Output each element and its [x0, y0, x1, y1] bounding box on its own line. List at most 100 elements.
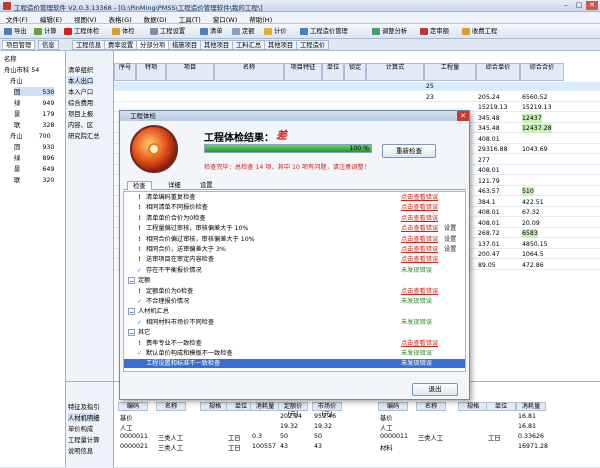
- check-item[interactable]: ✓ 工程设置和标准不一致检查 未发现错误: [124, 359, 465, 369]
- minimize-button[interactable]: –: [560, 1, 572, 10]
- col-header[interactable]: 项目: [166, 63, 214, 81]
- check-item[interactable]: ! 费率专业不一致检查 点击查看错误: [124, 339, 465, 348]
- detail-col-header[interactable]: 消耗量: [516, 402, 546, 411]
- col-header[interactable]: 锁定: [344, 63, 366, 81]
- tree-item[interactable]: 联 328: [14, 120, 54, 129]
- col-header[interactable]: 综合合价: [520, 63, 564, 81]
- dialog-close-button[interactable]: ✕: [457, 111, 469, 121]
- exit-button[interactable]: 退出: [412, 383, 458, 396]
- tree-item[interactable]: 固 930: [14, 142, 54, 151]
- col-header[interactable]: 单位: [322, 63, 344, 81]
- physical-button[interactable]: 体检: [112, 26, 135, 37]
- check-item[interactable]: ! 工程量偏过审核，审核偏差大于 10% 点击查看错误 设置: [124, 224, 465, 233]
- check-item[interactable]: ✓ 相同材料市场价不同检查 未发现错误: [124, 318, 465, 327]
- view-errors-link[interactable]: 点击查看错误: [401, 339, 438, 348]
- nav-item[interactable]: 内容、区: [68, 120, 93, 129]
- tree-item[interactable]: 绿 949: [14, 98, 54, 107]
- view-errors-link[interactable]: 点击查看错误: [401, 203, 438, 212]
- detail-col-header[interactable]: 名称: [416, 402, 446, 411]
- nav-item[interactable]: 本入户口: [68, 87, 93, 96]
- col-header[interactable]: 工程量: [424, 63, 476, 81]
- tree-item[interactable]: 舟山: [10, 76, 23, 85]
- check-item[interactable]: ! 相同合价偏过审核，审核偏差大于 10% 点击查看错误 设置: [124, 235, 465, 244]
- tree-item[interactable]: 景 649: [14, 164, 54, 173]
- collapse-icon[interactable]: −: [128, 329, 135, 337]
- tree-item[interactable]: 绿 896: [14, 153, 54, 162]
- tree-item[interactable]: 舟山市科 54: [4, 65, 39, 74]
- detail-col-header[interactable]: 规格: [458, 402, 488, 411]
- check-item[interactable]: ✓ 不合理报价情况 未发现错误: [124, 297, 465, 306]
- tab-other-2[interactable]: 其他项目: [264, 40, 298, 50]
- tab-rate[interactable]: 费率设置: [104, 40, 138, 50]
- item-settings-link[interactable]: 设置: [444, 235, 456, 244]
- tree-item[interactable]: 舟山 700: [10, 131, 51, 140]
- tab-cost[interactable]: 工程造价: [296, 40, 330, 50]
- check-item[interactable]: ! 相同合价，送审偏差大于 3% 点击查看错误 设置: [124, 245, 465, 254]
- tab-detail[interactable]: 详细: [163, 181, 186, 190]
- nav-item[interactable]: 本人出口: [68, 76, 94, 85]
- project-settings-button[interactable]: 工程设置: [150, 26, 185, 37]
- tab-subitem[interactable]: 分部分项: [136, 40, 170, 50]
- col-header[interactable]: 特项: [136, 63, 166, 81]
- detail-tab[interactable]: 单价构成: [68, 424, 93, 433]
- col-header[interactable]: 名称: [214, 63, 284, 81]
- item-settings-link[interactable]: 设置: [444, 224, 456, 233]
- cost-manage-button[interactable]: 工程造价管理: [300, 26, 348, 37]
- maximize-button[interactable]: □: [573, 1, 585, 10]
- collapse-icon[interactable]: −: [128, 308, 135, 316]
- tab-settings[interactable]: 设置: [195, 181, 218, 190]
- project-check-button[interactable]: 工程体检: [64, 26, 99, 37]
- detail-col-header[interactable]: 消耗量: [250, 402, 280, 411]
- calc-button[interactable]: 计算: [34, 26, 57, 37]
- tab-project-manage[interactable]: 项目管理: [2, 40, 36, 50]
- tab-material-summary[interactable]: 工料汇总: [232, 40, 266, 50]
- view-errors-link[interactable]: 点击查看错误: [401, 214, 438, 223]
- item-settings-link[interactable]: 设置: [444, 245, 456, 254]
- check-group[interactable]: − 其它: [124, 328, 465, 337]
- audit-button[interactable]: 定审额: [420, 26, 449, 37]
- nav-item[interactable]: 综合费用: [68, 98, 93, 107]
- tab-info[interactable]: 信息: [38, 40, 59, 50]
- grid-row[interactable]: 23 205.24 6560.52: [114, 93, 600, 102]
- nav-item[interactable]: 研究院汇总: [68, 131, 99, 140]
- grid-row[interactable]: 25: [114, 82, 600, 91]
- col-header[interactable]: 项目特征: [284, 63, 322, 81]
- detail-tab[interactable]: 说明信息: [68, 446, 93, 455]
- view-errors-link[interactable]: 点击查看错误: [401, 255, 438, 264]
- tab-project-info[interactable]: 工程信息: [72, 40, 106, 50]
- check-item[interactable]: ! 定额单价为0检查 点击查看错误: [124, 287, 465, 296]
- check-group[interactable]: − 定额: [124, 276, 465, 285]
- recheck-button[interactable]: 重新检查: [382, 144, 436, 158]
- detail-col-header[interactable]: 市场价(元): [312, 402, 342, 418]
- detail-col-header[interactable]: 定额价(元): [278, 402, 308, 418]
- tree-item[interactable]: 景 179: [14, 109, 54, 118]
- check-item[interactable]: ✓ 默认单价构成和模板不一致检查 未发现错误: [124, 349, 465, 358]
- check-item[interactable]: ! 清单单价合价为0检查 点击查看错误: [124, 214, 465, 223]
- tree-item[interactable]: 联 320: [14, 175, 54, 184]
- fee-project-button[interactable]: 收费工程: [462, 26, 497, 37]
- check-item[interactable]: ! 清单编码重复检查 点击查看错误: [124, 193, 465, 202]
- col-header[interactable]: 序号: [114, 63, 136, 81]
- view-errors-link[interactable]: 点击查看错误: [401, 235, 438, 244]
- tree-item[interactable]: 固 530: [14, 87, 55, 96]
- detail-col-header[interactable]: 编码: [118, 402, 148, 411]
- export-button[interactable]: 导出: [4, 26, 27, 37]
- detail-tab[interactable]: 工程量计算: [68, 435, 99, 444]
- check-item[interactable]: ! 送审项目在审定内容检查 点击查看错误: [124, 255, 465, 264]
- adjust-analysis-button[interactable]: 调整分析: [372, 26, 407, 37]
- detail-col-header[interactable]: 名称: [156, 402, 186, 411]
- check-item[interactable]: ! 相同清单不同报价检查 点击查看错误: [124, 203, 465, 212]
- price-button[interactable]: 计价: [264, 26, 287, 37]
- view-errors-link[interactable]: 点击查看错误: [401, 224, 438, 233]
- check-group[interactable]: − 人材机汇总: [124, 307, 465, 316]
- tab-check[interactable]: 检查: [127, 181, 152, 190]
- detail-tab[interactable]: 特征及指引: [68, 402, 99, 411]
- col-header[interactable]: 计算式: [366, 63, 424, 81]
- list-button[interactable]: 清单: [200, 26, 223, 37]
- collapse-icon[interactable]: −: [128, 277, 135, 285]
- nav-item[interactable]: 清单组织: [68, 65, 93, 74]
- detail-tab[interactable]: 人材机明细: [68, 413, 100, 422]
- tab-measure[interactable]: 措施项目: [168, 40, 202, 50]
- nav-item[interactable]: 项目上报: [68, 109, 93, 118]
- quota-button[interactable]: 定额: [232, 26, 255, 37]
